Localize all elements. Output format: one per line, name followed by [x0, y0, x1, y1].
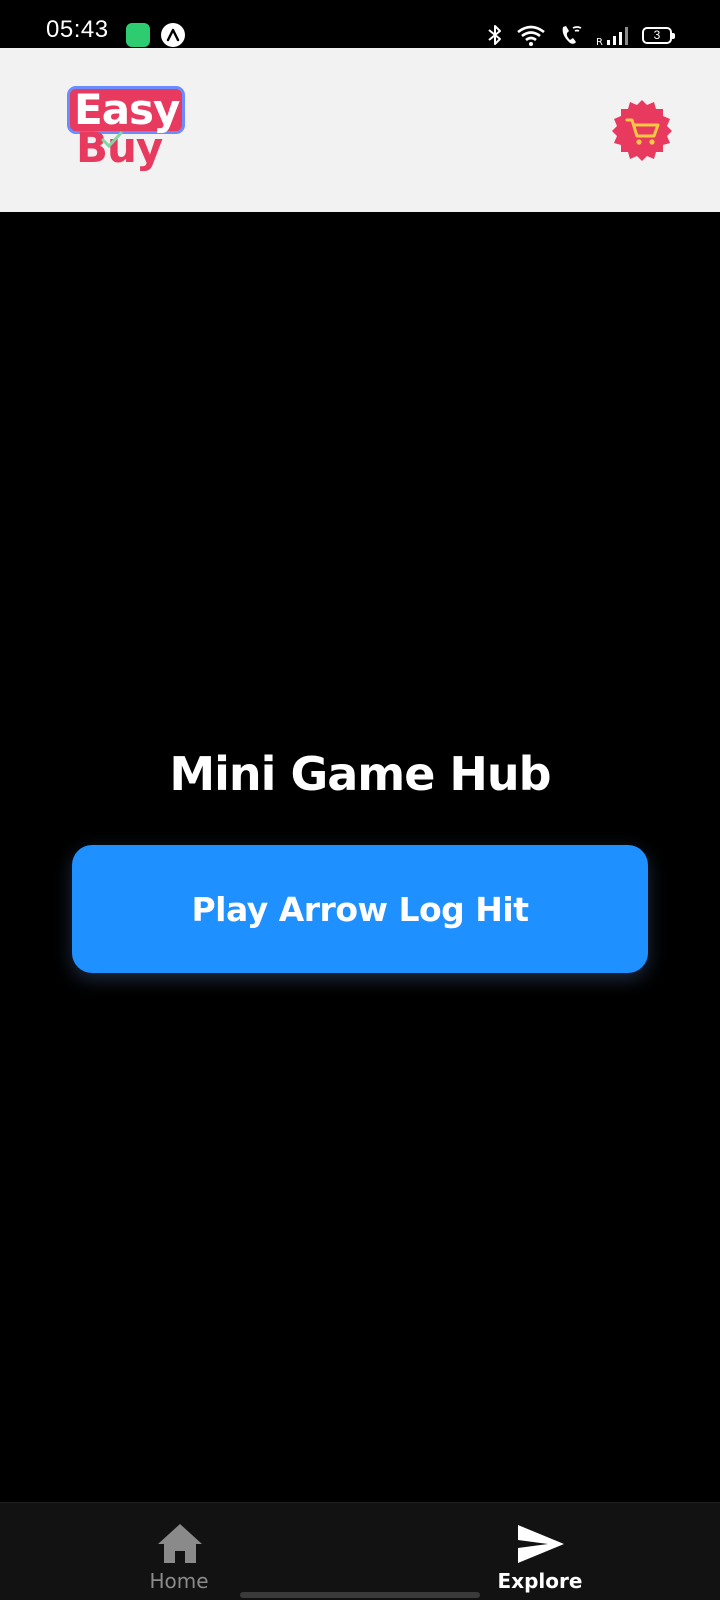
play-arrow-log-hit-button[interactable]: Play Arrow Log Hit — [72, 845, 648, 973]
easy-buy-logo[interactable]: Easy Buy — [64, 84, 190, 180]
wifi-icon — [517, 25, 545, 46]
nav-label-explore: Explore — [497, 1569, 583, 1593]
call-wifi-icon — [562, 26, 582, 44]
send-icon — [518, 1525, 564, 1563]
battery-icon: 3 — [642, 26, 675, 44]
nav-notification-icon — [161, 23, 185, 47]
svg-text:R: R — [596, 37, 603, 47]
status-bar: 05:43 R 3 — [0, 0, 720, 48]
status-time: 05:43 — [46, 16, 109, 43]
cart-icon — [612, 100, 672, 161]
check-icon — [101, 131, 123, 149]
page-title: Mini Game Hub — [169, 747, 551, 801]
app-screen: 05:43 R 3 Easy Buy Mini Game Hub Play Ar… — [0, 0, 720, 1600]
signal-icon: R — [596, 27, 628, 47]
status-icons: R 3 — [486, 22, 675, 48]
nav-item-explore[interactable]: Explore — [440, 1503, 640, 1600]
app-notification-icon — [126, 23, 150, 47]
app-header: Easy Buy — [0, 48, 720, 212]
nav-item-home[interactable]: Home — [79, 1503, 279, 1600]
gesture-bar[interactable] — [240, 1592, 480, 1598]
nav-label-home: Home — [149, 1569, 209, 1593]
bluetooth-icon — [488, 25, 501, 45]
cart-button[interactable] — [610, 98, 674, 162]
bottom-navigation: Home Explore — [0, 1502, 720, 1600]
home-icon — [158, 1524, 202, 1563]
